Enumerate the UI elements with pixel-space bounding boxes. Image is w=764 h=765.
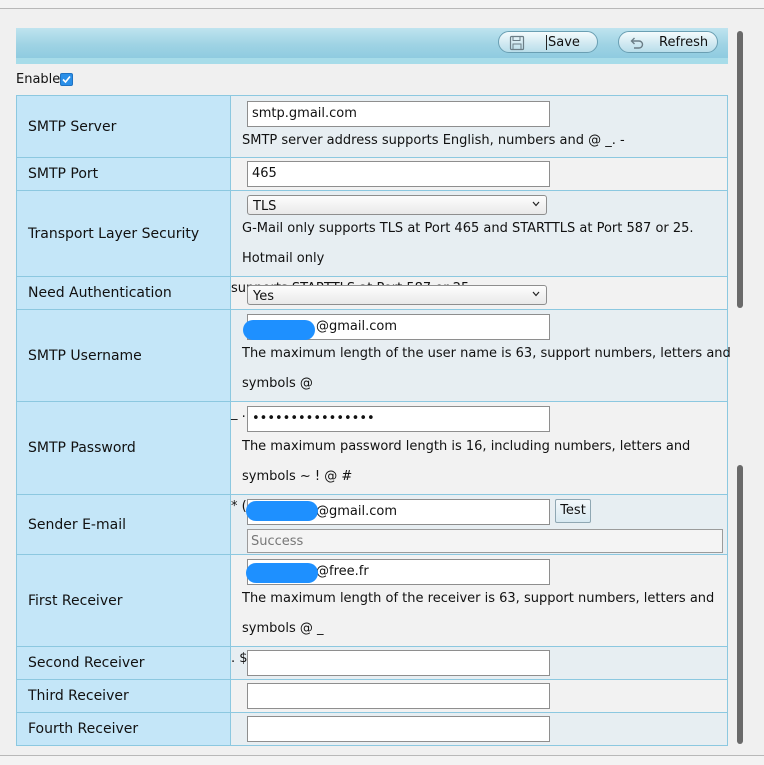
row-smtp-username: SMTP Username @gmail.com The maximum len… xyxy=(16,309,731,421)
second-receiver-cell xyxy=(230,646,728,680)
enable-checkbox[interactable] xyxy=(60,73,73,86)
row-need-auth: Need Authentication Yes xyxy=(16,276,728,310)
row-smtp-password: SMTP Password •••••••••••••••• The maxim… xyxy=(16,401,728,514)
smtp-password-label: SMTP Password xyxy=(16,401,231,495)
toolbar-underline xyxy=(16,58,728,64)
smtp-server-input[interactable]: smtp.gmail.com xyxy=(247,101,550,127)
row-tls: Transport Layer Security TLS G-Mail only… xyxy=(16,190,728,296)
smtp-server-help: SMTP server address supports English, nu… xyxy=(242,133,625,148)
chevron-down-icon xyxy=(532,291,540,297)
tls-select[interactable]: TLS xyxy=(247,195,547,215)
tls-select-value: TLS xyxy=(253,199,277,214)
need-auth-select-value: Yes xyxy=(253,289,274,304)
smtp-password-input[interactable]: •••••••••••••••• xyxy=(247,406,550,432)
sender-email-label: Sender E-mail xyxy=(16,494,231,555)
row-second-receiver: Second Receiver xyxy=(16,646,728,680)
test-status-field: Success xyxy=(247,529,723,553)
checkmark-icon xyxy=(62,75,71,84)
scrollbar-thumb[interactable] xyxy=(737,31,743,308)
row-sender-email: Sender E-mail @gmail.com Test Success xyxy=(16,494,728,555)
redaction-mark xyxy=(246,563,318,583)
refresh-button[interactable]: Refresh xyxy=(618,31,718,53)
row-smtp-port: SMTP Port 465 xyxy=(16,157,728,191)
chevron-down-icon xyxy=(532,201,540,207)
smtp-server-cell: smtp.gmail.com SMTP server address suppo… xyxy=(230,95,728,158)
need-auth-select[interactable]: Yes xyxy=(247,285,547,305)
third-receiver-cell xyxy=(230,679,728,713)
tls-label: Transport Layer Security xyxy=(16,190,231,277)
first-receiver-label: First Receiver xyxy=(16,554,231,647)
row-first-receiver: First Receiver @free.fr The maximum leng… xyxy=(16,554,728,666)
smtp-port-cell: 465 xyxy=(230,157,728,191)
fourth-receiver-cell xyxy=(230,712,728,746)
save-button-label: Save xyxy=(546,35,580,50)
redaction-mark xyxy=(246,501,318,521)
tls-cell: TLS G-Mail only supports TLS at Port 465… xyxy=(230,190,728,296)
refresh-button-label: Refresh xyxy=(659,35,709,50)
save-button[interactable]: Save xyxy=(498,31,598,53)
sender-email-cell: @gmail.com Test Success xyxy=(230,494,728,555)
test-button[interactable]: Test xyxy=(555,499,591,523)
first-receiver-cell: @free.fr The maximum length of the recei… xyxy=(230,554,728,666)
window-top-edge xyxy=(0,0,764,9)
need-auth-cell: Yes xyxy=(230,276,728,310)
third-receiver-input[interactable] xyxy=(247,683,550,709)
fourth-receiver-input[interactable] xyxy=(247,716,550,742)
undo-arrow-icon xyxy=(630,37,644,49)
second-receiver-label: Second Receiver xyxy=(16,646,231,680)
smtp-password-cell: •••••••••••••••• The maximum password le… xyxy=(230,401,728,514)
scrollbar-thumb-secondary[interactable] xyxy=(737,465,743,744)
smtp-server-label: SMTP Server xyxy=(16,95,231,158)
fourth-receiver-label: Fourth Receiver xyxy=(16,712,231,746)
enable-label: Enable xyxy=(16,72,61,87)
smtp-username-cell: @gmail.com The maximum length of the use… xyxy=(230,309,731,421)
mail-settings-table: SMTP Server smtp.gmail.com SMTP server a… xyxy=(16,95,731,746)
row-smtp-server: SMTP Server smtp.gmail.com SMTP server a… xyxy=(16,95,728,158)
smtp-username-label: SMTP Username xyxy=(16,309,231,402)
floppy-disk-icon xyxy=(509,35,525,51)
third-receiver-label: Third Receiver xyxy=(16,679,231,713)
smtp-port-label: SMTP Port xyxy=(16,157,231,191)
second-receiver-input[interactable] xyxy=(247,650,550,676)
redaction-mark xyxy=(243,320,315,340)
need-auth-label: Need Authentication xyxy=(16,276,231,310)
row-third-receiver: Third Receiver xyxy=(16,679,728,713)
smtp-port-input[interactable]: 465 xyxy=(247,161,550,187)
row-fourth-receiver: Fourth Receiver xyxy=(16,712,728,746)
